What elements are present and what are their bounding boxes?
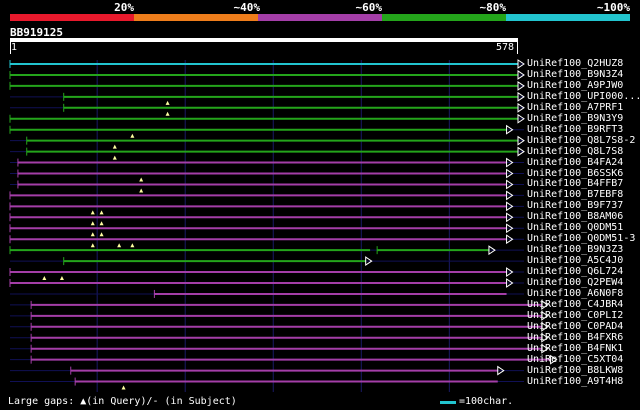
query-gap-marker-icon xyxy=(112,144,117,149)
query-gap-marker-icon xyxy=(59,276,64,281)
hit-name[interactable]: UniRef100_A9T4H8 xyxy=(527,376,623,387)
hit-name[interactable]: UniRef100_C5XT04 xyxy=(527,354,623,365)
hit-name[interactable]: UniRef100_B4FA24 xyxy=(527,157,623,168)
hit-name[interactable]: UniRef100_UPI000... xyxy=(527,91,640,102)
hit-name[interactable]: UniRef100_Q8L7S8-2 xyxy=(527,135,635,146)
query-gap-marker-icon xyxy=(90,232,95,237)
query-gap-marker-icon xyxy=(121,385,126,390)
query-gap-marker-icon xyxy=(90,221,95,226)
query-gap-marker-icon xyxy=(130,133,135,138)
query-gap-marker-icon xyxy=(90,243,95,248)
hit-name[interactable]: UniRef100_Q2PEW4 xyxy=(527,277,623,288)
hit-name[interactable]: UniRef100_A7PRF1 xyxy=(527,102,623,113)
query-gap-marker-icon xyxy=(165,111,170,116)
query-gap-marker-icon xyxy=(90,210,95,215)
hit-name[interactable]: UniRef100_B7EBF8 xyxy=(527,189,623,200)
gaps-legend-text: Large gaps: ▲(in Query)/- (in Subject) xyxy=(8,396,237,407)
hit-name[interactable]: UniRef100_B4FXR6 xyxy=(527,332,623,343)
query-gap-marker-icon xyxy=(130,243,135,248)
query-gap-marker-icon xyxy=(99,210,104,215)
hit-name[interactable]: UniRef100_B8AM06 xyxy=(527,211,623,222)
hit-name[interactable]: UniRef100_C4JBR4 xyxy=(527,299,623,310)
query-gap-marker-icon xyxy=(117,243,122,248)
hit-name[interactable]: UniRef100_Q0DM51 xyxy=(527,222,623,233)
hit-name[interactable]: UniRef100_Q0DM51-3 xyxy=(527,233,635,244)
query-gap-marker-icon xyxy=(139,177,144,182)
query-gap-marker-icon xyxy=(42,276,47,281)
hit-name[interactable]: UniRef100_B9F737 xyxy=(527,200,623,211)
hit-name[interactable]: UniRef100_A5C4J0 xyxy=(527,255,623,266)
query-gap-marker-icon xyxy=(165,100,170,105)
hit-name[interactable]: UniRef100_Q6L724 xyxy=(527,266,623,277)
hit-name[interactable]: UniRef100_A9PJW0 xyxy=(527,80,623,91)
hit-name[interactable]: UniRef100_Q8L7S8 xyxy=(527,146,623,157)
hit-name[interactable]: UniRef100_C0PAD4 xyxy=(527,321,623,332)
hit-name[interactable]: UniRef100_C0PLI2 xyxy=(527,310,623,321)
query-gap-marker-icon xyxy=(99,232,104,237)
hit-name[interactable]: UniRef100_Q2HUZ8 xyxy=(527,58,623,69)
hit-name[interactable]: UniRef100_B4FNK1 xyxy=(527,343,623,354)
hit-name[interactable]: UniRef100_B9RFT3 xyxy=(527,124,623,135)
hit-name[interactable]: UniRef100_B9N3Z3 xyxy=(527,244,623,255)
query-gap-marker-icon xyxy=(99,221,104,226)
query-gap-marker-icon xyxy=(139,188,144,193)
hit-name[interactable]: UniRef100_A6N0F8 xyxy=(527,288,623,299)
hit-name[interactable]: UniRef100_B9N3Y9 xyxy=(527,113,623,124)
hit-name[interactable]: UniRef100_B9N3Z4 xyxy=(527,69,623,80)
hit-name[interactable]: UniRef100_B4FFB7 xyxy=(527,178,623,189)
scale-bar xyxy=(440,401,456,404)
query-gap-marker-icon xyxy=(112,155,117,160)
hit-name[interactable]: UniRef100_B6SSK6 xyxy=(527,168,623,179)
scale-bar-label: =100char. xyxy=(459,396,514,407)
hit-name[interactable]: UniRef100_B8LKW8 xyxy=(527,365,623,376)
